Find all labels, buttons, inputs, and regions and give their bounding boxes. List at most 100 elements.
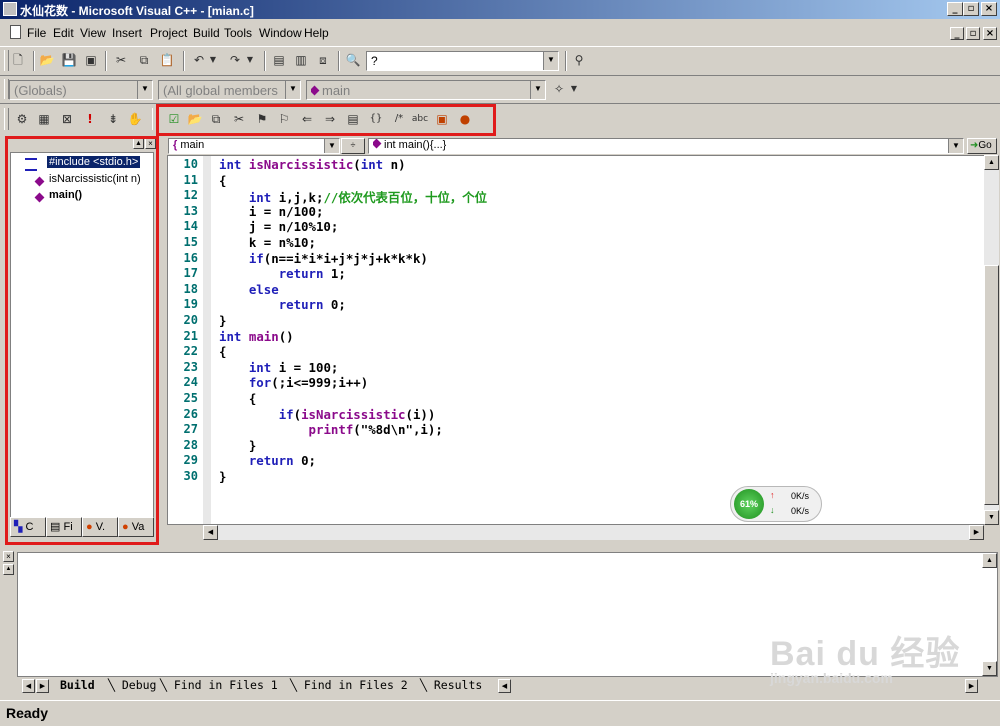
filter-combo[interactable]: (All global members ▼ xyxy=(158,80,301,100)
comment-icon[interactable]: /* xyxy=(390,110,408,128)
output-maximize-icon[interactable]: ▲ xyxy=(3,564,14,575)
wizard-dropdown-icon[interactable]: ▼ xyxy=(569,80,579,98)
hscroll-right-icon[interactable]: ▶ xyxy=(965,679,978,693)
mdi-close-button[interactable]: × xyxy=(983,27,997,40)
braces-icon[interactable]: {} xyxy=(367,110,385,128)
menu-edit[interactable]: Edit xyxy=(53,26,74,40)
chevron-down-icon[interactable]: ▼ xyxy=(948,139,963,153)
tab-v1[interactable]: ● V. xyxy=(82,517,118,537)
window-list-icon[interactable]: ⧈ xyxy=(314,51,332,69)
arrow-left-icon[interactable]: ⇐ xyxy=(298,110,316,128)
breakpoint-hand-icon[interactable]: ✋ xyxy=(126,110,144,128)
document-icon[interactable] xyxy=(10,25,21,39)
scroll-right-icon[interactable]: ▶ xyxy=(969,525,984,540)
cut-icon[interactable]: ✂ xyxy=(112,51,130,69)
tab-scroll-right-icon[interactable]: ▶ xyxy=(36,679,49,693)
scroll-down-icon[interactable]: ▼ xyxy=(982,661,997,676)
undo-dropdown-icon[interactable]: ▼ xyxy=(208,51,218,69)
find-combo[interactable]: ? ▼ xyxy=(366,51,559,71)
tomato-icon[interactable]: ● xyxy=(456,110,474,128)
mdi-restore-button[interactable]: ▫ xyxy=(966,27,980,40)
menu-view[interactable]: View xyxy=(80,26,106,40)
chevron-down-icon[interactable]: ▼ xyxy=(285,81,300,99)
workspace-icon[interactable]: ▤ xyxy=(270,51,288,69)
redo-icon[interactable]: ↷ xyxy=(226,51,244,69)
scroll-left-icon[interactable]: ◀ xyxy=(203,525,218,540)
menu-window[interactable]: Window xyxy=(259,26,302,40)
undo-icon[interactable]: ↶ xyxy=(190,51,208,69)
arrow-right-icon[interactable]: ⇒ xyxy=(321,110,339,128)
new-text-file-icon[interactable]: 🗋 xyxy=(9,51,27,69)
chevron-down-icon[interactable]: ▼ xyxy=(324,139,339,153)
class-combo[interactable]: (Globals) ▼ xyxy=(9,80,153,100)
menu-help[interactable]: Help xyxy=(304,26,329,40)
line-number-gutter: 10 11 12 13 14 15 16 17 18 19 20 21 22 23 24 25 26 27 28 29… xyxy=(168,156,211,524)
tree-item-include[interactable]: #include <stdio.h> xyxy=(47,156,141,168)
tab-file-view[interactable]: ▤ Fi xyxy=(46,517,82,537)
maximize-button[interactable]: ▫ xyxy=(963,2,979,16)
network-speed-widget[interactable]: 61% ↑ 0K/s ↓ 0K/s xyxy=(730,486,822,522)
copy-file-icon[interactable]: ⧉ xyxy=(207,110,225,128)
tab-class-view[interactable]: ▚ C xyxy=(10,517,46,537)
pane-maximize-icon[interactable]: ▲ xyxy=(133,138,144,149)
stop-build-icon[interactable]: ⊠ xyxy=(58,110,76,128)
search-binoculars-icon[interactable]: ⚲ xyxy=(570,51,588,69)
scope-spinner[interactable]: ÷ xyxy=(341,138,365,154)
save-icon[interactable]: 💾 xyxy=(60,51,78,69)
minimize-button[interactable]: _ xyxy=(947,2,963,16)
tab-v2[interactable]: ● Va xyxy=(118,517,154,537)
copy-icon[interactable]: ⧉ xyxy=(135,51,153,69)
tab-scroll-left-icon[interactable]: ◀ xyxy=(22,679,35,693)
spell-check-icon[interactable]: abc xyxy=(411,110,429,128)
tab-build[interactable]: Build xyxy=(60,678,95,694)
horizontal-scrollbar[interactable]: ◀ ▶ xyxy=(203,525,984,540)
save-all-icon[interactable]: ▣ xyxy=(82,51,100,69)
find-in-files-icon[interactable]: 🔍 xyxy=(344,51,362,69)
tab-debug[interactable]: ╲ Debug xyxy=(108,678,156,694)
bookmark-next-icon[interactable]: ⚐ xyxy=(275,110,293,128)
bookmark-icon[interactable]: ⚑ xyxy=(253,110,271,128)
menu-insert[interactable]: Insert xyxy=(112,26,142,40)
build-icon[interactable]: ▦ xyxy=(35,110,53,128)
file-list-icon[interactable]: ▤ xyxy=(344,110,362,128)
scope-combo[interactable]: { main ▼ xyxy=(168,138,340,154)
chevron-down-icon[interactable]: ▼ xyxy=(137,81,152,99)
open-folder-icon[interactable]: 📂 xyxy=(186,110,204,128)
pane-close-icon[interactable]: × xyxy=(145,138,156,149)
vertical-scrollbar[interactable]: ▲ ▼ xyxy=(984,155,999,525)
scroll-down-icon[interactable]: ▼ xyxy=(984,510,999,525)
scroll-up-icon[interactable]: ▲ xyxy=(982,553,997,568)
scroll-up-icon[interactable]: ▲ xyxy=(984,155,999,170)
mdi-minimize-button[interactable]: _ xyxy=(950,27,964,40)
code-area[interactable]: 10 11 12 13 14 15 16 17 18 19 20 21 22 23 24 25 26 27 28 29… xyxy=(167,155,985,525)
hscroll-left-icon[interactable]: ◀ xyxy=(498,679,511,693)
go-button[interactable]: ➜Go xyxy=(967,138,997,154)
open-icon[interactable]: 📂 xyxy=(38,51,56,69)
scroll-thumb[interactable] xyxy=(984,265,999,505)
menu-project[interactable]: Project xyxy=(150,26,187,40)
menu-build[interactable]: Build xyxy=(193,26,220,40)
members-combo[interactable]: main ▼ xyxy=(306,80,546,100)
tab-results[interactable]: ╲ Results xyxy=(420,678,482,694)
paste-icon[interactable]: 📋 xyxy=(158,51,176,69)
edit-page-icon[interactable]: ▣ xyxy=(433,110,451,128)
redo-dropdown-icon[interactable]: ▼ xyxy=(245,51,255,69)
wizard-action-icon[interactable]: ✧ xyxy=(550,80,568,98)
tool-scissors-icon[interactable]: ✂ xyxy=(230,110,248,128)
tree-item-isnarcissistic[interactable]: isNarcissistic(int n) xyxy=(49,173,141,185)
execute-icon[interactable]: ! xyxy=(81,110,99,128)
go-debug-icon[interactable]: ⇟ xyxy=(104,110,122,128)
tree-item-main[interactable]: main() xyxy=(49,189,82,201)
tab-find-in-files-1[interactable]: ╲ Find in Files 1 xyxy=(160,678,278,694)
checklist-icon[interactable]: ☑ xyxy=(165,110,183,128)
function-combo[interactable]: int main(){...} ▼ xyxy=(368,138,964,154)
menu-tools[interactable]: Tools xyxy=(224,26,252,40)
chevron-down-icon[interactable]: ▼ xyxy=(543,52,558,70)
output-close-icon[interactable]: × xyxy=(3,551,14,562)
tab-find-in-files-2[interactable]: ╲ Find in Files 2 xyxy=(290,678,408,694)
compile-icon[interactable]: ⚙ xyxy=(13,110,31,128)
close-button[interactable]: × xyxy=(981,2,997,16)
output-window-icon[interactable]: ▥ xyxy=(292,51,310,69)
menu-file[interactable]: File xyxy=(27,26,46,40)
chevron-down-icon[interactable]: ▼ xyxy=(530,81,545,99)
